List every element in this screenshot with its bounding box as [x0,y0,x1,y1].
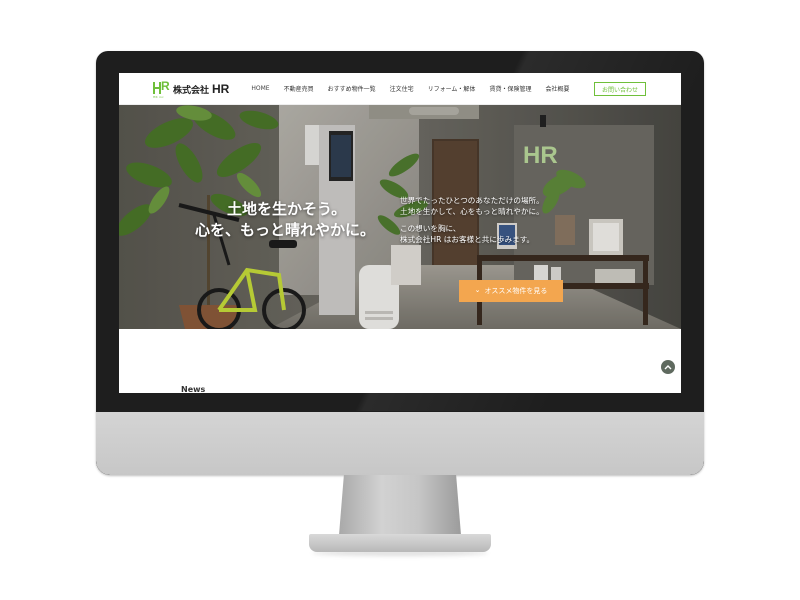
monitor-chin [96,412,704,475]
chevron-up-icon [664,365,672,370]
monitor-stand-base [309,534,491,552]
hero-title-line2: 心を、もっと晴れやかに。 [195,221,376,239]
content-section: News [119,329,681,393]
hero-copy-line2: 土地を生かして、心をもっと晴れやかに。 [400,207,544,216]
nav-item-recommended[interactable]: おすすめ物件一覧 [328,84,376,93]
hero-title-line1: 土地を生かそう。 [227,200,347,218]
scroll-to-top-button[interactable] [661,360,675,374]
contact-button[interactable]: お問い合わせ [594,82,646,96]
nav-item-custom-house[interactable]: 注文住宅 [390,84,414,93]
hero-copy-line3: この想いを胸に、 [400,224,461,233]
logo-text: 株式会社 HR [173,82,229,96]
hr-logo-icon: R HR inc [153,78,170,99]
nav-item-home[interactable]: HOME [251,85,269,92]
website-screen: R HR inc 株式会社 HR HOME 不動産売買 おすすめ物件一覧 注文住… [119,73,681,393]
monitor-stand [339,475,461,535]
main-nav: HOME 不動産売買 おすすめ物件一覧 注文住宅 リフォーム・解体 賃貸・保険管… [251,84,583,93]
nav-item-rental[interactable]: 賃貸・保険管理 [489,84,531,93]
hero-section: HR 土地を生かそう。 心を、もっと晴れやかに。 世界でたったひとつのあなただけ… [119,105,681,329]
logo-name: HR [212,81,230,96]
company-logo[interactable]: R HR inc 株式会社 HR [153,73,229,105]
site-header: R HR inc 株式会社 HR HOME 不動産売買 おすすめ物件一覧 注文住… [119,73,681,105]
recommended-properties-button[interactable]: ⌄ オススメ物件を見る [459,280,563,302]
hero-copy-line4: 株式会社HR はお客様と共に歩みます。 [400,235,535,244]
cta-label: オススメ物件を見る [484,287,548,295]
hero-copy: 世界でたったひとつのあなただけの場所。 土地を生かして、心をもっと晴れやかに。 … [400,195,544,245]
chevron-down-icon: ⌄ [474,286,481,294]
nav-item-reform[interactable]: リフォーム・解体 [428,84,476,93]
news-heading: News [181,385,206,393]
logo-company: 株式会社 [173,85,210,96]
hero-title: 土地を生かそう。 心を、もっと晴れやかに。 [195,199,375,241]
hero-copy-line1: 世界でたったひとつのあなただけの場所。 [400,196,544,205]
nav-item-real-estate[interactable]: 不動産売買 [284,84,314,93]
nav-item-company[interactable]: 会社概要 [545,84,569,93]
